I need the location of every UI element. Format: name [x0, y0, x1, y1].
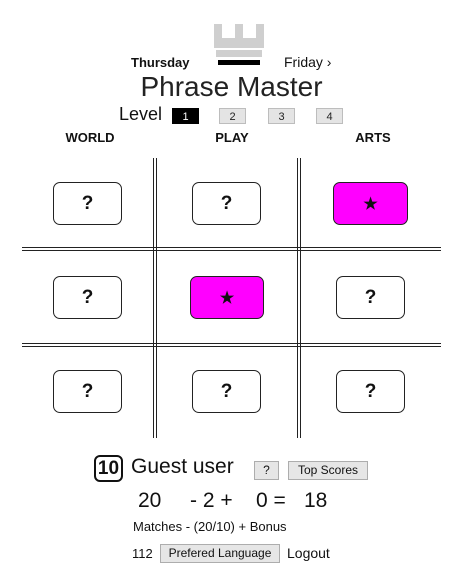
top-scores-button[interactable]: Top Scores: [288, 461, 368, 480]
score-penalty: - 2 +: [190, 489, 233, 512]
score-badge: 10: [94, 455, 123, 482]
score-total: 18: [304, 489, 328, 512]
tile-world-1[interactable]: ?: [53, 182, 122, 225]
preferred-language-button[interactable]: Prefered Language: [160, 544, 280, 563]
tile-world-3[interactable]: ?: [53, 370, 122, 413]
grid-divider: [153, 158, 157, 438]
level-1-button[interactable]: 1: [172, 108, 199, 124]
username: Guest user: [131, 455, 234, 478]
logout-link[interactable]: Logout: [287, 545, 330, 561]
help-button[interactable]: ?: [254, 461, 279, 480]
grid-divider: [22, 343, 441, 347]
level-label: Level: [119, 104, 163, 124]
tile-play-1[interactable]: ?: [192, 182, 261, 225]
tile-arts-1-solved[interactable]: ★: [333, 182, 408, 225]
next-day-link[interactable]: Friday ›: [284, 54, 331, 70]
category-play: PLAY: [215, 130, 249, 145]
score-bonus: 0 =: [256, 489, 286, 512]
tile-arts-2[interactable]: ?: [336, 276, 405, 319]
tile-arts-3[interactable]: ?: [336, 370, 405, 413]
game-title: Phrase Master: [140, 71, 323, 102]
player-count: 112: [132, 546, 153, 561]
grid-divider: [297, 158, 301, 438]
level-4-button[interactable]: 4: [316, 108, 343, 124]
tile-play-3[interactable]: ?: [192, 370, 261, 413]
grid-divider: [22, 247, 441, 251]
level-3-button[interactable]: 3: [268, 108, 295, 124]
tile-play-2-solved[interactable]: ★: [190, 276, 264, 319]
level-2-button[interactable]: 2: [219, 108, 246, 124]
score-matches: 20: [138, 489, 162, 512]
tile-world-2[interactable]: ?: [53, 276, 122, 319]
prev-day-link[interactable]: Thursday: [131, 55, 190, 70]
score-formula: Matches - (20/10) + Bonus: [133, 519, 287, 534]
category-world: WORLD: [65, 130, 115, 145]
category-arts: ARTS: [355, 130, 391, 145]
crown-logo-icon: [214, 24, 264, 65]
